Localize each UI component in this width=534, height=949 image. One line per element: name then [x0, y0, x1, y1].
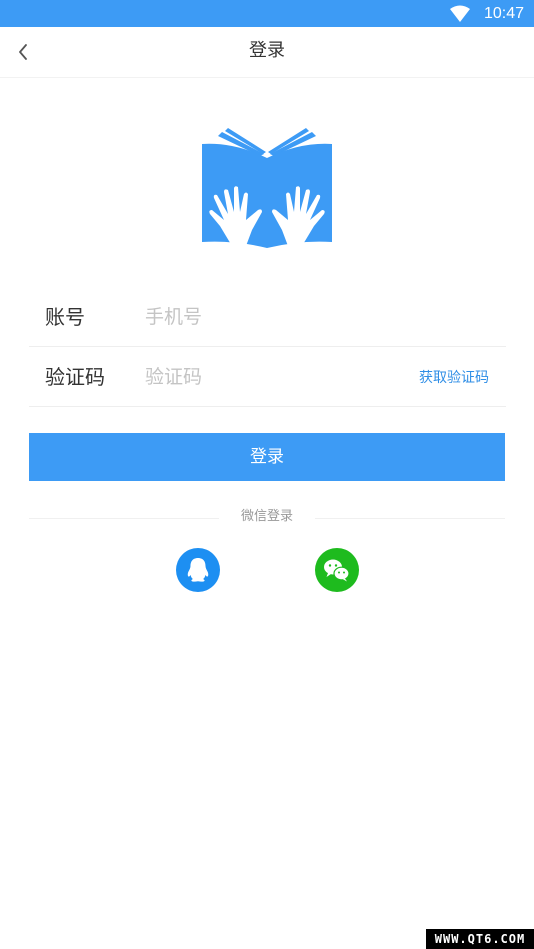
phone-input[interactable]: [145, 301, 385, 333]
account-row: 账号: [29, 288, 506, 347]
social-login-divider: 微信登录: [29, 507, 505, 527]
verification-code-input[interactable]: [145, 361, 385, 393]
code-label: 验证码: [45, 365, 105, 389]
login-button[interactable]: 登录: [29, 433, 505, 481]
divider-text: 微信登录: [240, 509, 293, 524]
divider-line-right: [315, 518, 505, 519]
get-code-button[interactable]: 获取验证码: [419, 368, 489, 388]
page-title: 登录: [249, 40, 285, 61]
qq-login-button[interactable]: [176, 548, 220, 592]
status-time: 10:47: [483, 5, 524, 22]
status-bar: 10:47: [0, 0, 534, 27]
account-label: 账号: [45, 305, 85, 329]
book-hands-logo: [200, 126, 334, 252]
wechat-login-button[interactable]: [315, 548, 359, 592]
nav-bar: 登录: [0, 27, 534, 78]
wifi-icon: [450, 5, 470, 22]
code-row: 验证码 获取验证码: [29, 348, 506, 407]
watermark: WWW.QT6.COM: [426, 929, 534, 949]
